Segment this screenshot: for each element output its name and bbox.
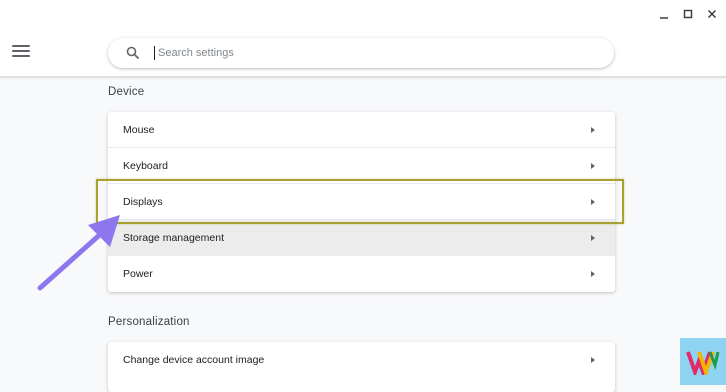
row-label: Storage management — [123, 231, 224, 244]
row-label: Keyboard — [123, 159, 168, 172]
search-icon — [126, 46, 140, 60]
device-section-title: Device — [108, 86, 145, 98]
menu-icon[interactable] — [12, 45, 30, 59]
chevron-right-icon — [591, 162, 595, 169]
window-controls — [658, 8, 718, 20]
chevron-right-icon — [591, 234, 595, 241]
search-box[interactable] — [108, 38, 614, 68]
row-label: Change device account image — [123, 354, 265, 366]
text-caret — [154, 46, 155, 60]
maximize-icon[interactable] — [682, 8, 694, 20]
settings-row-power[interactable]: Power — [108, 256, 615, 292]
search-input[interactable] — [156, 46, 560, 60]
row-label: Mouse — [123, 123, 155, 136]
pointer-arrow-icon — [37, 215, 120, 291]
personalization-section-title: Personalization — [108, 316, 190, 328]
minimize-icon[interactable] — [658, 8, 670, 20]
chevron-right-icon — [591, 357, 595, 363]
close-icon[interactable] — [706, 8, 718, 20]
settings-row-change-device-account-image[interactable]: Change device account image — [108, 342, 615, 378]
chevron-right-icon — [591, 271, 595, 277]
settings-row-mouse[interactable]: Mouse — [108, 112, 615, 148]
row-label: Power — [123, 268, 153, 280]
top-bar — [0, 0, 726, 77]
watermark-logo — [680, 338, 726, 385]
highlight-box — [96, 179, 624, 224]
chevron-right-icon — [591, 126, 595, 133]
settings-row-storage-management[interactable]: Storage management — [108, 220, 615, 256]
